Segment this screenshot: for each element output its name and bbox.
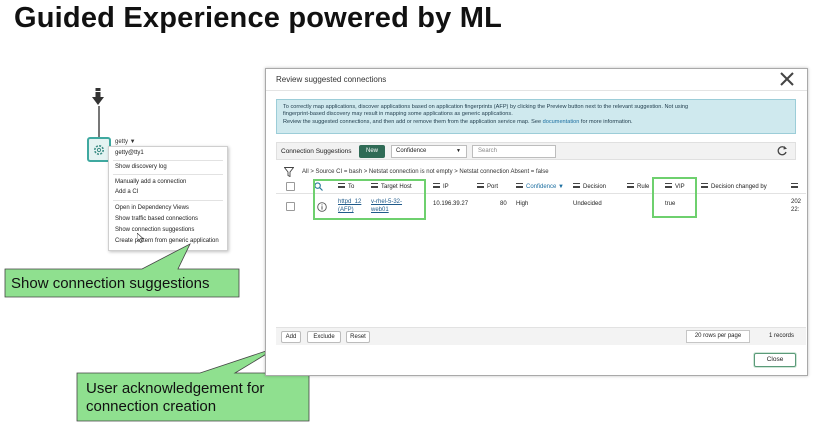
column-menu-icon [573,183,580,188]
callout-show-suggestions: Show connection suggestions [11,275,210,292]
reset-button[interactable]: Reset [346,331,370,343]
info-message: To correctly map applications, discover … [276,99,796,134]
column-port[interactable]: Port [477,183,498,190]
info-line: To correctly map applications, discover … [283,104,689,110]
search-input[interactable]: Search [472,145,556,158]
column-menu-icon [627,183,634,188]
refresh-icon[interactable] [776,145,788,157]
menu-divider [113,160,223,161]
column-menu-icon [516,183,523,188]
info-text: for more information. [580,118,633,125]
column-menu-icon [433,183,440,188]
menu-item-dependency-views[interactable]: Open in Dependency Views [115,205,189,211]
field-select[interactable]: Confidence ▼ [391,145,467,158]
record-count: 1 records [768,333,794,339]
rows-per-page-select[interactable]: 20 rows per page [686,330,750,343]
filter-breadcrumb: All > Source CI = bash > Netstat connect… [278,167,798,179]
menu-divider [113,200,223,201]
column-menu-icon [477,183,484,188]
column-rule[interactable]: Rule [627,183,649,190]
menu-item-connection-suggestions[interactable]: Show connection suggestions [115,227,194,233]
menu-header: getty@tty1 [115,150,144,156]
row-confidence: High [516,201,529,207]
review-suggestions-dialog: Review suggested connections To correctl… [265,68,808,376]
menu-item-add-connection[interactable]: Manually add a connection [115,179,186,185]
info-text: Review the suggested connections, and th… [283,118,542,125]
close-button[interactable]: Close [754,353,796,367]
highlight-vip [652,177,697,218]
gear-icon [94,144,104,155]
callout-line-1: User acknowledgement for [86,380,265,397]
filter-icon[interactable] [284,167,294,177]
menu-item-traffic-connections[interactable]: Show traffic based connections [115,216,198,222]
list-toolbar: Connection Suggestions New Confidence ▼ … [276,142,796,160]
exclude-button[interactable]: Exclude [307,331,341,343]
row-decision: Undecided [573,201,602,207]
new-button[interactable]: New [359,145,385,158]
row-decision-changed-by: 202 22: [791,199,802,213]
column-menu-icon [791,183,798,188]
callout-line-2: connection creation [86,398,217,415]
row-ip: 10.196.39.27 [433,201,469,207]
menu-item-add-ci[interactable]: Add a CI [115,189,138,195]
context-menu: getty@tty1 Show discovery log Manually a… [108,146,228,251]
slide-title: Guided Experience powered by ML [14,2,503,34]
menu-item-discovery-log[interactable]: Show discovery log [115,164,167,170]
add-button[interactable]: Add [281,331,301,343]
breadcrumb[interactable]: All > Source CI = bash > Netstat connect… [302,169,549,175]
down-arrow-icon [92,88,104,105]
dialog-footer: Add Exclude Reset 20 rows per page 1 rec… [276,327,806,345]
callout-acknowledgement: User acknowledgement for connection crea… [86,380,264,416]
menu-item-create-pattern[interactable]: Create pattern from generic application [115,238,219,244]
connection-line [98,106,100,138]
column-confidence[interactable]: Confidence ▼ [516,183,564,190]
node-label[interactable]: getty ▼ [115,139,136,145]
row-port: 80 [500,201,507,207]
select-all-checkbox[interactable] [286,182,295,191]
row-checkbox[interactable] [286,202,295,211]
info-line: fingerprint-based discovery may result i… [283,111,513,118]
column-decision-changed-by[interactable]: Decision changed by [701,183,767,190]
info-line: Review the suggested connections, and th… [283,119,789,126]
cursor-icon [137,233,144,243]
chevron-down-icon: ▼ [456,148,461,154]
dialog-header: Review suggested connections [266,69,807,91]
column-ip[interactable]: IP [433,183,449,190]
column-decision[interactable]: Decision [573,183,606,190]
close-icon[interactable] [779,71,795,87]
documentation-link[interactable]: documentation [543,119,580,125]
column-more[interactable] [791,183,801,190]
column-menu-icon [701,183,708,188]
dialog-title: Review suggested connections [276,75,387,84]
menu-divider [113,174,223,175]
highlight-to-target [313,179,426,220]
list-title: Connection Suggestions [281,148,352,155]
select-value: Confidence [396,148,427,154]
